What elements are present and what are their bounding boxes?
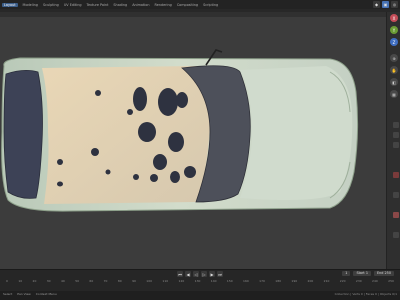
modifier-tab[interactable] xyxy=(393,192,399,198)
zoom-icon[interactable]: ⊕ xyxy=(390,54,398,62)
status-hint: Context Menu xyxy=(35,292,57,296)
ruler-tick-label: 0 xyxy=(6,279,8,283)
ruler-tick-label: 110 xyxy=(162,279,169,283)
menu-item-rendering[interactable]: Rendering xyxy=(154,3,171,7)
ruler-tick-label: 150 xyxy=(226,279,233,283)
scene-icon[interactable]: ◆ xyxy=(373,1,380,8)
ruler-tick-label: 240 xyxy=(372,279,378,283)
ruler-tick-label: 90 xyxy=(132,279,136,283)
pan-icon[interactable]: ✋ xyxy=(390,66,398,74)
status-hint: Pan View xyxy=(17,292,31,296)
start-value: 1 xyxy=(365,271,368,275)
ruler-tick-label: 60 xyxy=(89,279,94,283)
menu-item-compositing[interactable]: Compositing xyxy=(177,3,198,7)
ruler-tick-label: 80 xyxy=(117,279,122,283)
menu-item-layout[interactable]: Layout xyxy=(2,2,18,7)
tool-tab[interactable] xyxy=(393,132,399,138)
start-label: Start xyxy=(356,271,365,275)
ruler-tick-label: 30 xyxy=(46,279,51,283)
menu-item-animation[interactable]: Animation xyxy=(132,3,149,7)
menu-item-uv-editing[interactable]: UV Editing xyxy=(64,3,82,7)
menu-item-scripting[interactable]: Scripting xyxy=(203,3,218,7)
playback-controls: ⏮ ◀ ◁ ▷ ▶ ⏭ xyxy=(0,270,400,278)
axis-y-icon[interactable]: Y xyxy=(390,26,398,34)
viewport-header xyxy=(0,12,386,17)
start-frame-field[interactable]: Start 1 xyxy=(353,271,371,276)
status-stats: Collection | Verts 0 | Faces 0 | Objects… xyxy=(334,292,397,296)
view-layer-icon[interactable]: ▣ xyxy=(382,1,389,8)
status-hint: Select xyxy=(3,292,13,296)
ruler-tick-label: 130 xyxy=(194,279,201,283)
camera-icon[interactable]: ◧ xyxy=(390,78,398,86)
menu-item-texture-paint[interactable]: Texture Paint xyxy=(87,3,109,7)
ruler-tick-label: 190 xyxy=(291,279,298,283)
ruler-tick-label: 20 xyxy=(32,279,37,283)
timeline-ruler[interactable]: 0 10 20 30 40 50 60 70 80 90 100 110 120 130 140 150 160… xyxy=(0,279,400,285)
end-frame-field[interactable]: End 250 xyxy=(373,271,394,276)
frame-range: 1 Start 1 End 250 xyxy=(342,271,394,276)
ruler-tick-label: 140 xyxy=(210,279,217,283)
viewport-canvas xyxy=(1,49,359,212)
roof xyxy=(42,66,211,204)
ruler-tick-label: 250 xyxy=(388,279,394,283)
axis-x-icon[interactable]: X xyxy=(390,14,398,22)
ruler-tick-label: 40 xyxy=(60,279,65,283)
ruler-tick-label: 170 xyxy=(259,279,265,283)
top-right-controls: ◆ ▣ ◎ xyxy=(373,1,398,8)
view-tab[interactable] xyxy=(393,142,399,148)
data-tab[interactable] xyxy=(393,232,399,238)
ruler-tick-label: 210 xyxy=(323,279,330,283)
ruler-tick-label: 230 xyxy=(355,279,362,283)
jump-start-icon[interactable]: ⏮ xyxy=(177,271,183,277)
render-icon[interactable]: ◎ xyxy=(391,1,398,8)
ruler-tick-label: 120 xyxy=(178,279,185,283)
ruler-tick-label: 160 xyxy=(243,279,249,283)
ruler-tick-label: 220 xyxy=(339,279,346,283)
next-keyframe-icon[interactable]: ▶ xyxy=(209,271,215,277)
ruler-tick-label: 50 xyxy=(75,279,80,283)
material-tab[interactable] xyxy=(393,212,399,218)
item-tab[interactable] xyxy=(393,122,399,128)
ruler-tick-label: 10 xyxy=(18,279,23,283)
ruler-tick-label: 70 xyxy=(103,279,108,283)
menu-item-sculpting[interactable]: Sculpting xyxy=(43,3,59,7)
axis-z-icon[interactable]: Z xyxy=(390,38,398,46)
object-tab[interactable] xyxy=(393,172,399,178)
menu-item-shading[interactable]: Shading xyxy=(113,3,127,7)
3d-viewport[interactable] xyxy=(0,12,386,269)
menu-item-modeling[interactable]: Modeling xyxy=(23,3,38,7)
prev-keyframe-icon[interactable]: ◀ xyxy=(185,271,191,277)
hood xyxy=(240,66,353,200)
end-label: End xyxy=(376,271,384,275)
perspective-icon[interactable]: ▦ xyxy=(390,90,398,98)
ruler-tick-label: 100 xyxy=(146,279,153,283)
workspace-tabs: Layout Modeling Sculpting UV Editing Texture… xyxy=(0,0,218,9)
status-hints: Select Pan View Context Menu xyxy=(3,292,57,296)
navigation-gizmo-strip: X Y Z ⊕ ✋ ◧ ▦ xyxy=(386,12,400,269)
play-icon[interactable]: ▷ xyxy=(201,271,207,277)
ruler-tick-label: 180 xyxy=(275,279,282,283)
rear-window xyxy=(3,70,43,199)
play-reverse-icon[interactable]: ◁ xyxy=(193,271,199,277)
jump-end-icon[interactable]: ⏭ xyxy=(217,271,223,277)
current-frame-field[interactable]: 1 xyxy=(342,271,351,276)
end-value: 250 xyxy=(384,271,391,275)
ruler-tick-label: 200 xyxy=(307,279,314,283)
